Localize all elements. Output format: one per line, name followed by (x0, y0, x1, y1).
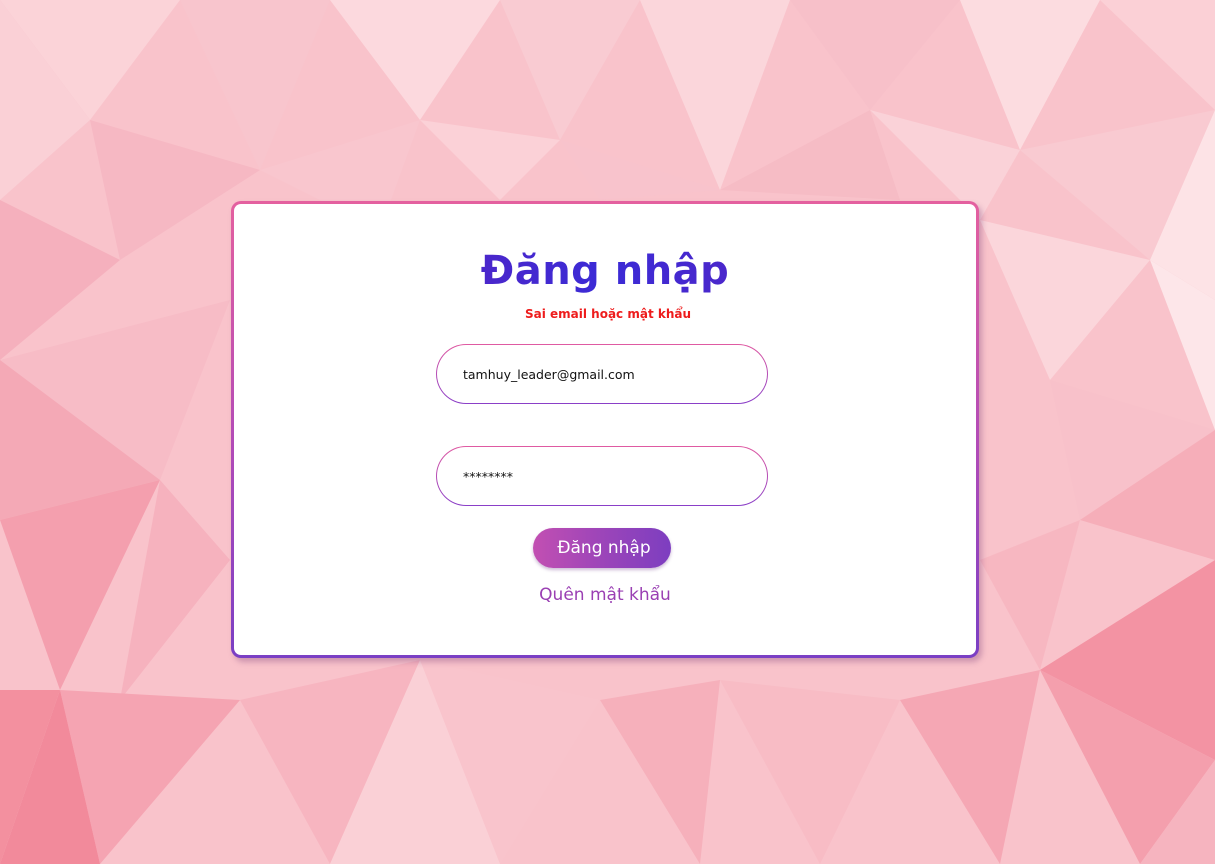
forgot-password-label: Quên mật khẩu (539, 585, 671, 605)
password-field[interactable]: ******** (436, 446, 768, 506)
error-message: Sai email hoặc mật khẩu (524, 307, 692, 321)
login-card: Đăng nhập Sai email hoặc mật khẩu tamhuy… (231, 201, 979, 658)
forgot-password-link[interactable]: Quên mật khẩu (234, 585, 976, 605)
page-title: Đăng nhập (234, 242, 976, 300)
password-field-value: ******** (463, 468, 513, 484)
login-button[interactable]: Đăng nhập (533, 528, 671, 568)
email-field[interactable]: tamhuy_leader@gmail.com (436, 344, 768, 404)
email-field-value: tamhuy_leader@gmail.com (463, 366, 635, 382)
login-button-label: Đăng nhập (557, 538, 651, 558)
